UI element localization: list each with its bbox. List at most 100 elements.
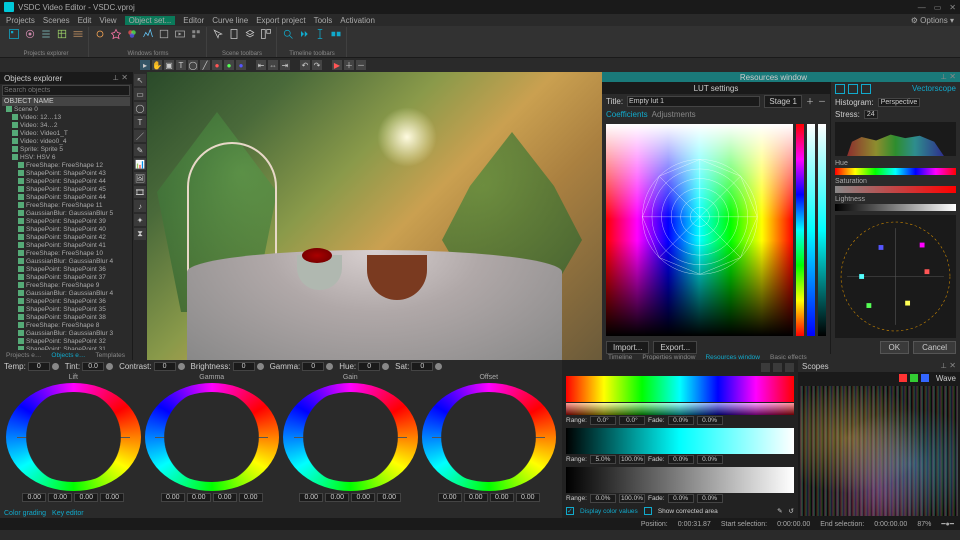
vt-sprite-icon[interactable]: ✦	[134, 214, 146, 226]
search-input[interactable]	[2, 85, 130, 96]
vt-cursor-icon[interactable]: ↖	[134, 74, 146, 86]
lut-vectorscope-icon[interactable]	[848, 84, 858, 94]
preview-viewport[interactable]	[147, 72, 602, 360]
lut-color-view[interactable]	[602, 120, 830, 340]
wheel-gamma-v3[interactable]	[239, 493, 263, 502]
cg-Tint:-input[interactable]	[82, 362, 104, 371]
res-pin-icon[interactable]: ⟂	[941, 72, 946, 82]
tree-item[interactable]: ShapePoint: ShapePoint 45	[2, 186, 130, 194]
scopes-pin-icon[interactable]: ⟂	[941, 361, 946, 371]
wheel-lift-v3[interactable]	[100, 493, 124, 502]
zoom-tools-button[interactable]	[281, 27, 295, 41]
sat-strip[interactable]	[807, 124, 815, 336]
reset-dot-icon[interactable]	[106, 363, 113, 370]
tool-paint-icon[interactable]: ●	[212, 60, 222, 70]
tool-align-left-icon[interactable]: ⇤	[256, 60, 266, 70]
vt-text-icon[interactable]: T	[134, 116, 146, 128]
r1-range-min[interactable]	[590, 455, 616, 464]
tab-color-grading[interactable]: Color grading	[4, 510, 46, 517]
reset-dot-icon[interactable]	[326, 363, 333, 370]
tool-zoom-in-icon[interactable]: ＋	[344, 60, 354, 70]
reset-dot-icon[interactable]	[435, 363, 442, 370]
color-wheel-gamma[interactable]	[145, 383, 280, 491]
tree-item[interactable]: ShapePoint: ShapePoint 38	[2, 314, 130, 322]
tool-fill-icon[interactable]: ●	[224, 60, 234, 70]
vt-audio-icon[interactable]: ♪	[134, 200, 146, 212]
tool-align-center-icon[interactable]: ⇔	[268, 60, 278, 70]
r0-range-min[interactable]	[590, 416, 616, 425]
hue-strip[interactable]	[796, 124, 804, 336]
vt-pen-icon[interactable]: ✎	[134, 144, 146, 156]
basic-effects-button[interactable]	[109, 27, 123, 41]
menu-curveline[interactable]: Curve line	[212, 16, 248, 25]
chk-display-color-values[interactable]	[566, 507, 574, 515]
tree-item[interactable]: FreeShape: FreeShape 12	[2, 162, 130, 170]
status-zoom[interactable]: 87%	[917, 521, 931, 528]
maximize-button[interactable]: ▭	[934, 3, 942, 12]
wheel-offset-v2[interactable]	[490, 493, 514, 502]
lut-reset-icon[interactable]	[861, 84, 871, 94]
tool-hand-icon[interactable]: ✋	[152, 60, 162, 70]
timeline-button[interactable]	[71, 27, 85, 41]
tool-play-icon[interactable]: ▶	[332, 60, 342, 70]
sources-button[interactable]	[189, 27, 203, 41]
cg-Sat:-input[interactable]	[411, 362, 433, 371]
wheel-lift-v0[interactable]	[22, 493, 46, 502]
scope-r-toggle[interactable]	[899, 374, 907, 382]
slider-lightness[interactable]	[835, 204, 956, 211]
stress-value[interactable]: 24	[864, 110, 878, 119]
tree-item[interactable]: FreeShape: FreeShape 9	[2, 282, 130, 290]
close-button[interactable]: ✕	[949, 3, 956, 12]
tree-item[interactable]: Video: video0_4	[2, 138, 130, 146]
r0-range-max[interactable]	[619, 416, 645, 425]
hsv-gradient-grid[interactable]	[606, 124, 793, 336]
color-wheel-offset[interactable]	[422, 383, 557, 491]
tree-item[interactable]: ShapePoint: ShapePoint 44	[2, 194, 130, 202]
tree-item[interactable]: GaussianBlur: GaussianBlur 4	[2, 258, 130, 266]
menu-activation[interactable]: Activation	[340, 16, 375, 25]
tree-item[interactable]: ShapePoint: ShapePoint 32	[2, 338, 130, 346]
lut-del-stage-icon[interactable]: －	[818, 96, 826, 107]
tree-item[interactable]: ShapePoint: ShapePoint 37	[2, 274, 130, 282]
reset-dot-icon[interactable]	[382, 363, 389, 370]
reset-dot-icon[interactable]	[178, 363, 185, 370]
tree-item[interactable]: FreeShape: FreeShape 10	[2, 250, 130, 258]
tool-undo-icon[interactable]: ↶	[300, 60, 310, 70]
cg-Contrast:-input[interactable]	[154, 362, 176, 371]
slider-hue[interactable]	[835, 168, 956, 175]
object-tree[interactable]: OBJECT NAME Scene 0Video: 12…13Video: 34…	[0, 84, 132, 350]
tree-item[interactable]: Scene 0	[2, 106, 130, 114]
menu-export[interactable]: Export project	[256, 16, 305, 25]
tool-redo-icon[interactable]: ↷	[312, 60, 322, 70]
cg-Hue:-input[interactable]	[358, 362, 380, 371]
objects-button[interactable]	[23, 27, 37, 41]
layer-tools-button[interactable]	[243, 27, 257, 41]
lut-add-stage-icon[interactable]: ＋	[806, 96, 814, 107]
tool-pointer-icon[interactable]: ▸	[140, 60, 150, 70]
wheel-gain-v3[interactable]	[377, 493, 401, 502]
resources-button[interactable]	[55, 27, 69, 41]
menu-tools[interactable]: Tools	[314, 16, 333, 25]
tab-templates[interactable]: Templates	[91, 352, 129, 359]
r1-fade-min[interactable]	[668, 455, 694, 464]
vt-rect-icon[interactable]: ▭	[134, 88, 146, 100]
tree-item[interactable]: Video: 12…13	[2, 114, 130, 122]
tab-objects-explorer[interactable]: Objects e…	[47, 352, 89, 359]
tree-item[interactable]: ShapePoint: ShapePoint 39	[2, 218, 130, 226]
slider-saturation[interactable]	[835, 186, 956, 193]
tree-item[interactable]: Sprite: Sprite 5	[2, 146, 130, 154]
cg-Brightness:-input[interactable]	[233, 362, 255, 371]
grad-reset-icon[interactable]	[761, 363, 770, 372]
light-strip[interactable]	[818, 124, 826, 336]
tab-coefficients[interactable]: Coefficients	[606, 110, 648, 119]
reset-dot-icon[interactable]	[52, 363, 59, 370]
tree-item[interactable]: HSV: HSV 6	[2, 154, 130, 162]
paper-tools-button[interactable]	[227, 27, 241, 41]
panel-close-icon[interactable]: ✕	[121, 73, 128, 83]
r0-fade-min[interactable]	[668, 416, 694, 425]
playback-tools-button[interactable]	[297, 27, 311, 41]
reset-dot-icon[interactable]	[257, 363, 264, 370]
lut-cancel-button[interactable]: Cancel	[913, 341, 956, 354]
blocks-tools-button[interactable]	[329, 27, 343, 41]
scopes-button[interactable]	[141, 27, 155, 41]
